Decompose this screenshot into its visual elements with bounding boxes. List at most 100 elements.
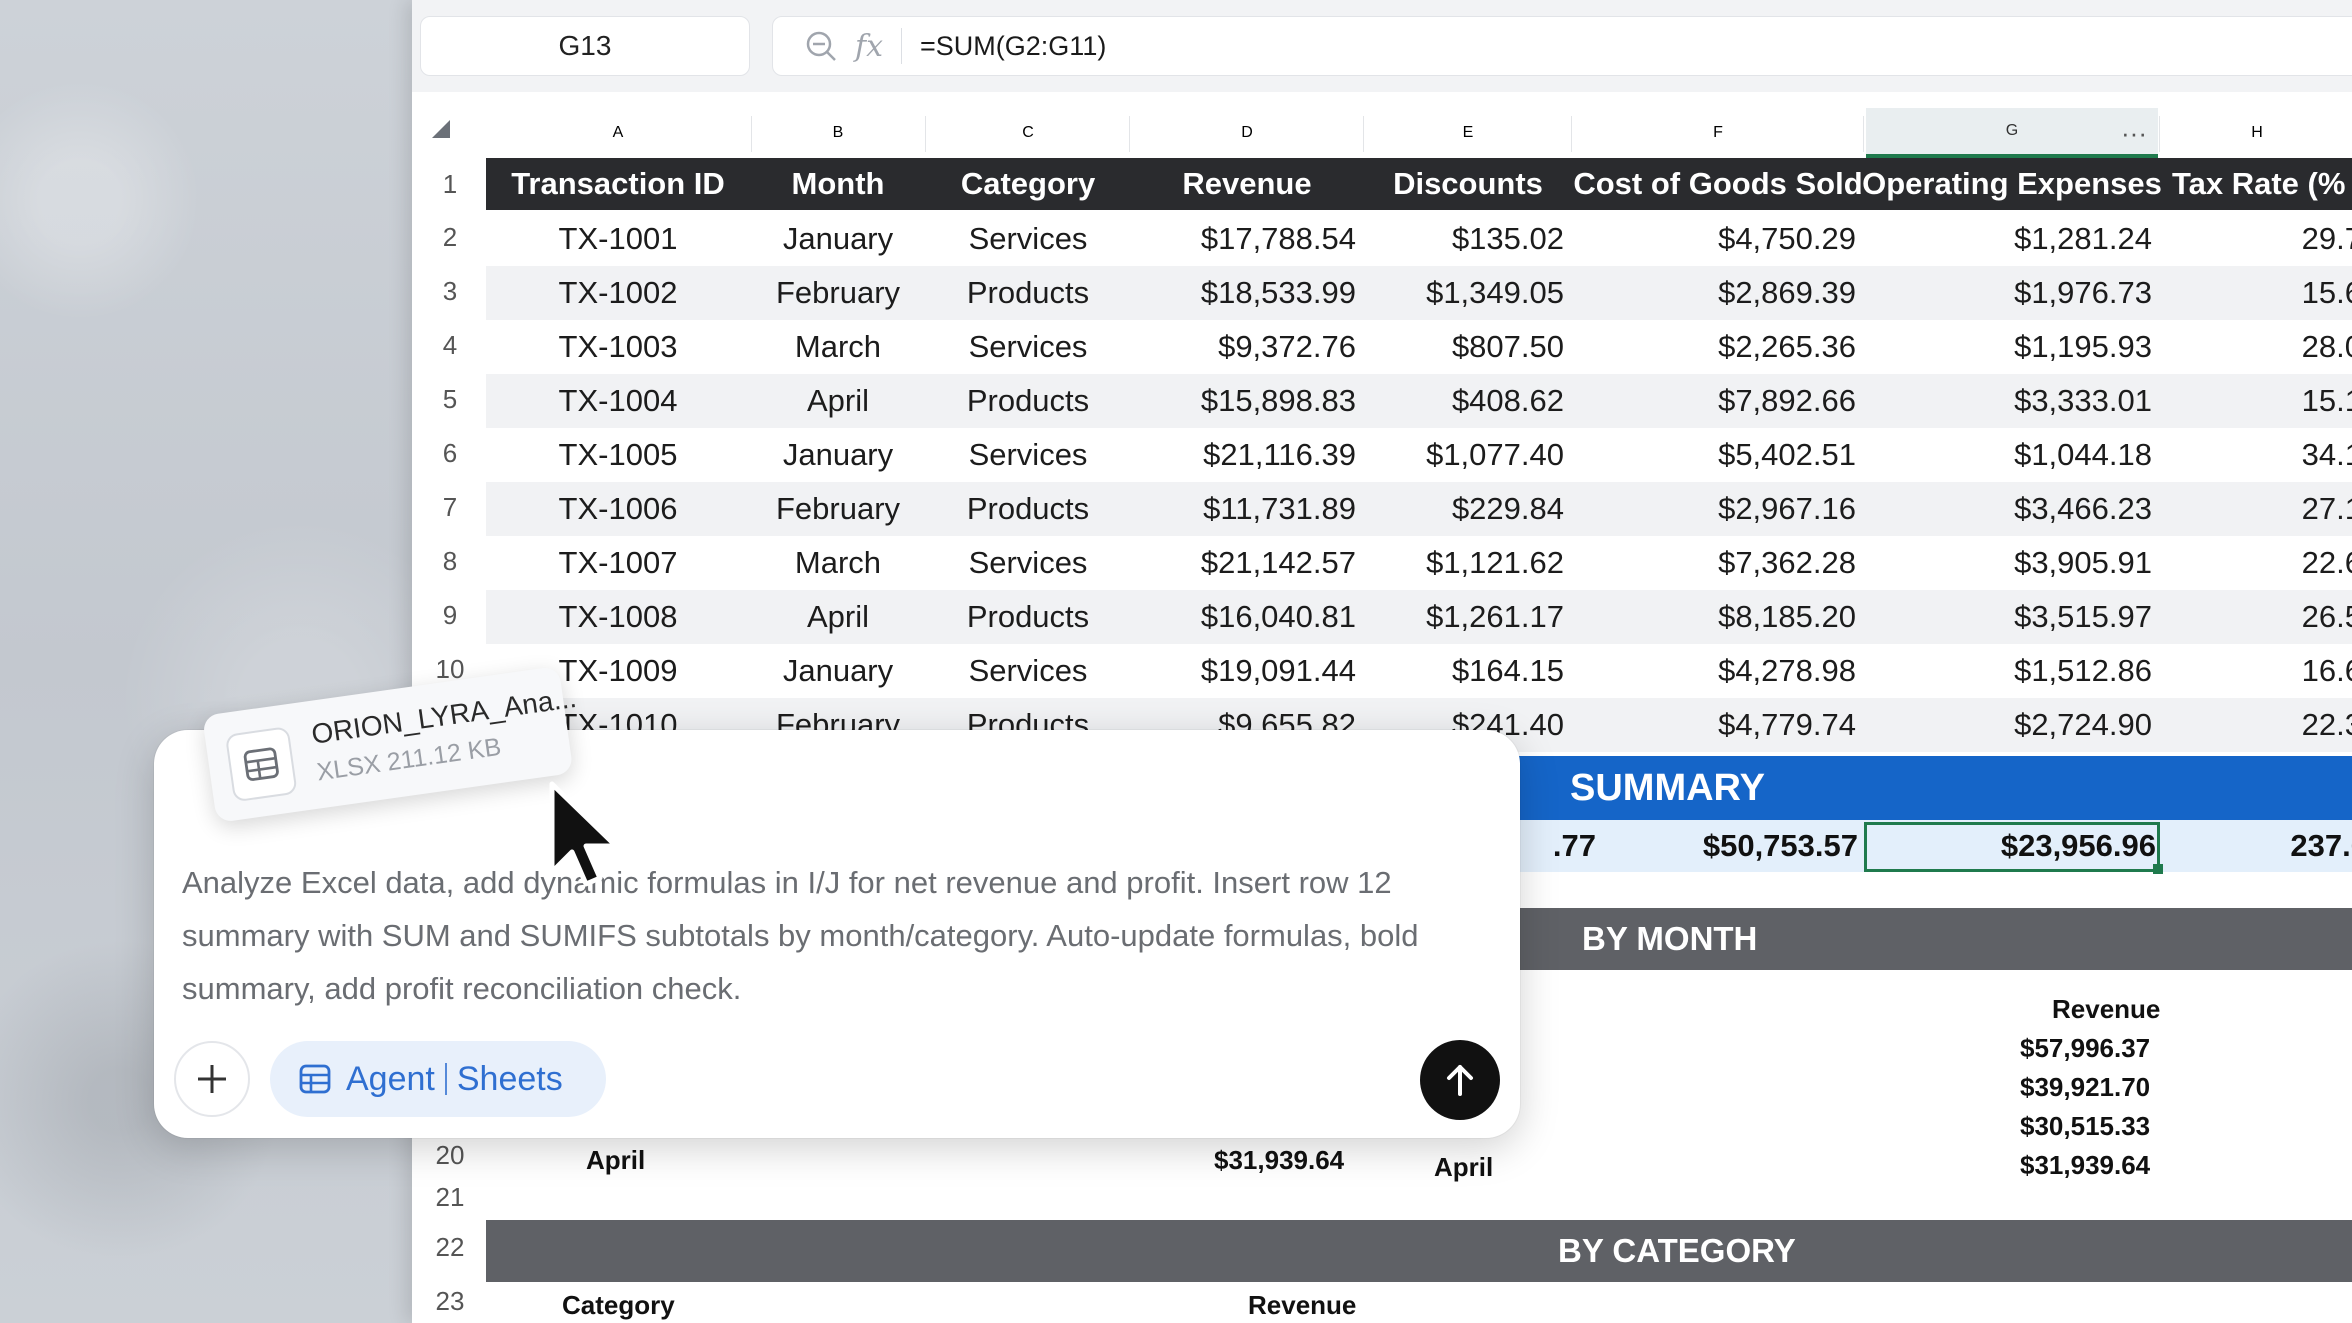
table-cell[interactable]: $19,091.44 bbox=[1132, 644, 1356, 698]
table-cell[interactable]: January bbox=[752, 428, 924, 482]
table-cell[interactable]: $229.84 bbox=[1366, 482, 1564, 536]
table-cell[interactable]: $807.50 bbox=[1366, 320, 1564, 374]
row-header-7[interactable]: 7 bbox=[416, 482, 484, 532]
table-cell[interactable]: 16.6 bbox=[2162, 644, 2352, 698]
table-cell[interactable]: $9,372.76 bbox=[1132, 320, 1356, 374]
column-header-e[interactable]: E bbox=[1366, 108, 1570, 158]
table-cell[interactable]: April bbox=[752, 590, 924, 644]
table-cell[interactable]: $1,044.18 bbox=[1866, 428, 2152, 482]
table-cell[interactable]: $7,362.28 bbox=[1574, 536, 1856, 590]
prompt-input[interactable]: Analyze Excel data, add dynamic formulas… bbox=[182, 856, 1472, 1015]
table-cell[interactable]: $1,512.86 bbox=[1866, 644, 2152, 698]
column-header-d[interactable]: D bbox=[1132, 108, 1362, 158]
header-cell-f[interactable]: Cost of Goods Sold bbox=[1573, 158, 1862, 210]
table-cell[interactable]: $2,869.39 bbox=[1574, 266, 1856, 320]
row-header-2[interactable]: 2 bbox=[416, 212, 484, 262]
table-cell[interactable]: TX-1003 bbox=[486, 320, 750, 374]
table-cell[interactable]: $4,779.74 bbox=[1574, 698, 1856, 752]
table-cell[interactable]: $8,185.20 bbox=[1574, 590, 1856, 644]
add-attachment-button[interactable] bbox=[174, 1041, 250, 1117]
table-cell[interactable]: TX-1006 bbox=[486, 482, 750, 536]
table-cell[interactable]: $164.15 bbox=[1366, 644, 1564, 698]
table-cell[interactable]: TX-1008 bbox=[486, 590, 750, 644]
table-cell[interactable]: Services bbox=[928, 644, 1128, 698]
column-header-b[interactable]: B bbox=[752, 108, 924, 158]
table-cell[interactable]: 22.6 bbox=[2162, 536, 2352, 590]
table-cell[interactable]: February bbox=[752, 482, 924, 536]
table-cell[interactable]: $18,533.99 bbox=[1132, 266, 1356, 320]
table-cell[interactable]: $1,077.40 bbox=[1366, 428, 1564, 482]
table-cell[interactable]: 27.1 bbox=[2162, 482, 2352, 536]
select-all-corner[interactable] bbox=[432, 120, 450, 138]
table-cell[interactable]: 22.3 bbox=[2162, 698, 2352, 752]
summary-cell-h[interactable]: 237.6 bbox=[2168, 820, 2352, 872]
table-cell[interactable]: $2,265.36 bbox=[1574, 320, 1856, 374]
column-header-f[interactable]: F bbox=[1574, 108, 1862, 158]
table-cell[interactable]: $3,466.23 bbox=[1866, 482, 2152, 536]
table-cell[interactable]: Services bbox=[928, 212, 1128, 266]
function-icon[interactable]: fx bbox=[855, 29, 883, 64]
row-header-22[interactable]: 22 bbox=[416, 1222, 484, 1272]
table-cell[interactable]: $408.62 bbox=[1366, 374, 1564, 428]
column-header-c[interactable]: C bbox=[928, 108, 1128, 158]
table-cell[interactable]: 15.6 bbox=[2162, 266, 2352, 320]
table-cell[interactable]: $7,892.66 bbox=[1574, 374, 1856, 428]
header-cell-e[interactable]: Discounts bbox=[1366, 158, 1570, 210]
table-cell[interactable]: $4,278.98 bbox=[1574, 644, 1856, 698]
table-cell[interactable]: January bbox=[752, 212, 924, 266]
formula-text[interactable]: =SUM(G2:G11) bbox=[920, 31, 1106, 62]
table-cell[interactable]: Services bbox=[928, 536, 1128, 590]
zoom-out-icon[interactable] bbox=[801, 26, 841, 66]
table-cell[interactable]: $3,333.01 bbox=[1866, 374, 2152, 428]
row20-revenue[interactable]: $31,939.64 bbox=[1214, 1145, 1344, 1176]
table-cell[interactable]: TX-1004 bbox=[486, 374, 750, 428]
table-cell[interactable]: March bbox=[752, 320, 924, 374]
table-cell[interactable]: TX-1001 bbox=[486, 212, 750, 266]
table-cell[interactable]: Products bbox=[928, 482, 1128, 536]
table-cell[interactable]: 34.1 bbox=[2162, 428, 2352, 482]
row-header-23[interactable]: 23 bbox=[416, 1276, 484, 1323]
table-cell[interactable]: Products bbox=[928, 590, 1128, 644]
row-header-9[interactable]: 9 bbox=[416, 590, 484, 640]
agent-sheets-mode-button[interactable]: Agent Sheets bbox=[270, 1041, 606, 1117]
header-cell-d[interactable]: Revenue bbox=[1132, 158, 1362, 210]
header-cell-c[interactable]: Category bbox=[928, 158, 1128, 210]
send-button[interactable] bbox=[1420, 1040, 1500, 1120]
table-cell[interactable]: $21,116.39 bbox=[1132, 428, 1356, 482]
row-header-1[interactable]: 1 bbox=[416, 158, 484, 210]
table-cell[interactable]: 28.0 bbox=[2162, 320, 2352, 374]
header-cell-b[interactable]: Month bbox=[752, 158, 924, 210]
table-cell[interactable]: 26.5 bbox=[2162, 590, 2352, 644]
table-cell[interactable]: $4,750.29 bbox=[1574, 212, 1856, 266]
table-cell[interactable]: $21,142.57 bbox=[1132, 536, 1356, 590]
by-month-revenue-4[interactable]: $31,939.64 bbox=[2020, 1150, 2150, 1181]
fill-handle[interactable] bbox=[2153, 864, 2163, 874]
by-month-right-april[interactable]: April bbox=[1434, 1152, 1493, 1183]
table-cell[interactable]: February bbox=[752, 266, 924, 320]
table-cell[interactable]: $2,724.90 bbox=[1866, 698, 2152, 752]
table-cell[interactable]: $16,040.81 bbox=[1132, 590, 1356, 644]
table-cell[interactable]: TX-1005 bbox=[486, 428, 750, 482]
table-cell[interactable]: January bbox=[752, 644, 924, 698]
table-cell[interactable]: Services bbox=[928, 320, 1128, 374]
table-cell[interactable]: $1,281.24 bbox=[1866, 212, 2152, 266]
table-cell[interactable]: April bbox=[752, 374, 924, 428]
table-cell[interactable]: Services bbox=[928, 428, 1128, 482]
table-cell[interactable]: 15.1 bbox=[2162, 374, 2352, 428]
table-cell[interactable]: March bbox=[752, 536, 924, 590]
table-cell[interactable]: Products bbox=[928, 266, 1128, 320]
table-cell[interactable]: $5,402.51 bbox=[1574, 428, 1856, 482]
table-cell[interactable]: $3,515.97 bbox=[1866, 590, 2152, 644]
row20-month[interactable]: April bbox=[586, 1145, 645, 1176]
column-header-a[interactable]: A bbox=[486, 108, 750, 158]
table-cell[interactable]: $2,967.16 bbox=[1574, 482, 1856, 536]
row-header-21[interactable]: 21 bbox=[416, 1172, 484, 1222]
row-header-6[interactable]: 6 bbox=[416, 428, 484, 478]
summary-cell-f[interactable]: $50,753.57 bbox=[1600, 820, 1858, 872]
table-cell[interactable]: $1,349.05 bbox=[1366, 266, 1564, 320]
name-box[interactable]: G13 bbox=[420, 16, 750, 76]
table-cell[interactable]: $3,905.91 bbox=[1866, 536, 2152, 590]
table-cell[interactable]: $1,976.73 bbox=[1866, 266, 2152, 320]
by-month-revenue-2[interactable]: $39,921.70 bbox=[2020, 1072, 2150, 1103]
table-cell[interactable]: $1,121.62 bbox=[1366, 536, 1564, 590]
